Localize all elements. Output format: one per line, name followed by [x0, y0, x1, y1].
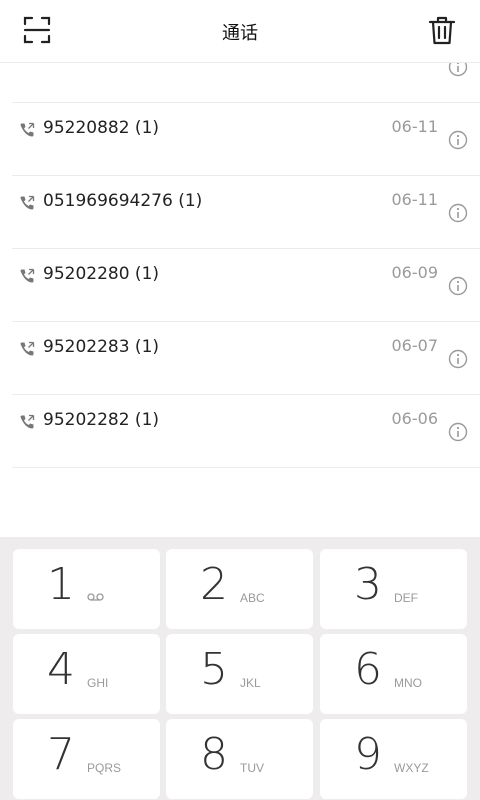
key-digit: 9: [354, 729, 382, 780]
info-icon: [448, 130, 468, 150]
call-history-list[interactable]: 95220882 (1) 06-11 051969694276 (1) 06-1…: [0, 62, 480, 537]
info-button[interactable]: [448, 130, 468, 150]
key-7[interactable]: 7 PQRS: [13, 719, 160, 799]
trash-icon: [428, 16, 456, 45]
page-title: 通话: [222, 23, 258, 44]
key-3[interactable]: 3 DEF: [320, 549, 467, 629]
key-2[interactable]: 2 ABC: [166, 549, 313, 629]
call-row[interactable]: 95220882 (1) 06-11: [12, 104, 480, 176]
call-date: 06-11: [391, 117, 439, 136]
dial-pad: 1 2 ABC 3 DEF 4 GHI 5 JKL 6 MNO 7 PQRS 8…: [0, 537, 480, 800]
info-button[interactable]: [448, 422, 468, 442]
call-icon: [20, 414, 35, 429]
call-number: 95202280 (1): [43, 264, 160, 284]
key-digit: 2: [200, 559, 228, 610]
key-digit: 5: [200, 644, 228, 695]
key-letters: GHI: [87, 676, 109, 690]
call-row[interactable]: 95202283 (1) 06-07: [12, 323, 480, 395]
key-digit: 8: [200, 729, 228, 780]
key-9[interactable]: 9 WXYZ: [320, 719, 467, 799]
info-icon: [448, 349, 468, 369]
key-letters: MNO: [394, 676, 422, 690]
info-icon: [448, 203, 468, 223]
call-row[interactable]: 95202282 (1) 06-06: [12, 396, 480, 468]
voicemail-icon: [87, 593, 104, 601]
key-6[interactable]: 6 MNO: [320, 634, 467, 714]
info-button[interactable]: [448, 203, 468, 223]
call-number: 051969694276 (1): [43, 191, 203, 211]
call-number: 95202282 (1): [43, 410, 160, 430]
key-1[interactable]: 1: [13, 549, 160, 629]
key-letters: JKL: [240, 676, 261, 690]
key-letters: WXYZ: [394, 761, 429, 775]
key-5[interactable]: 5 JKL: [166, 634, 313, 714]
call-icon: [20, 122, 35, 137]
key-letters: DEF: [394, 591, 418, 605]
key-letters: PQRS: [87, 761, 122, 775]
call-date: 06-06: [391, 409, 439, 428]
call-icon: [20, 268, 35, 283]
call-row[interactable]: 95202280 (1) 06-09: [12, 250, 480, 322]
key-digit: 1: [47, 559, 75, 610]
call-number: 95220882 (1): [43, 118, 160, 138]
call-date: 06-11: [391, 190, 439, 209]
top-bar: 通话: [0, 0, 480, 63]
info-icon: [448, 276, 468, 296]
info-icon: [448, 62, 468, 77]
call-number: 95202283 (1): [43, 337, 160, 357]
key-digit: 6: [354, 644, 382, 695]
call-date: 06-09: [391, 263, 439, 282]
info-icon: [448, 422, 468, 442]
info-button[interactable]: [448, 62, 468, 77]
key-8[interactable]: 8 TUV: [166, 719, 313, 799]
call-icon: [20, 341, 35, 356]
key-digit: 4: [47, 644, 75, 695]
info-button[interactable]: [448, 349, 468, 369]
key-letters: TUV: [240, 761, 264, 775]
key-letters: ABC: [240, 591, 265, 605]
info-button[interactable]: [448, 276, 468, 296]
call-date: 06-07: [391, 336, 439, 355]
key-digit: 7: [47, 729, 75, 780]
call-row-partial[interactable]: [12, 62, 480, 103]
key-digit: 3: [354, 559, 382, 610]
call-row[interactable]: 051969694276 (1) 06-11: [12, 177, 480, 249]
delete-button[interactable]: [427, 14, 457, 46]
key-4[interactable]: 4 GHI: [13, 634, 160, 714]
call-icon: [20, 195, 35, 210]
